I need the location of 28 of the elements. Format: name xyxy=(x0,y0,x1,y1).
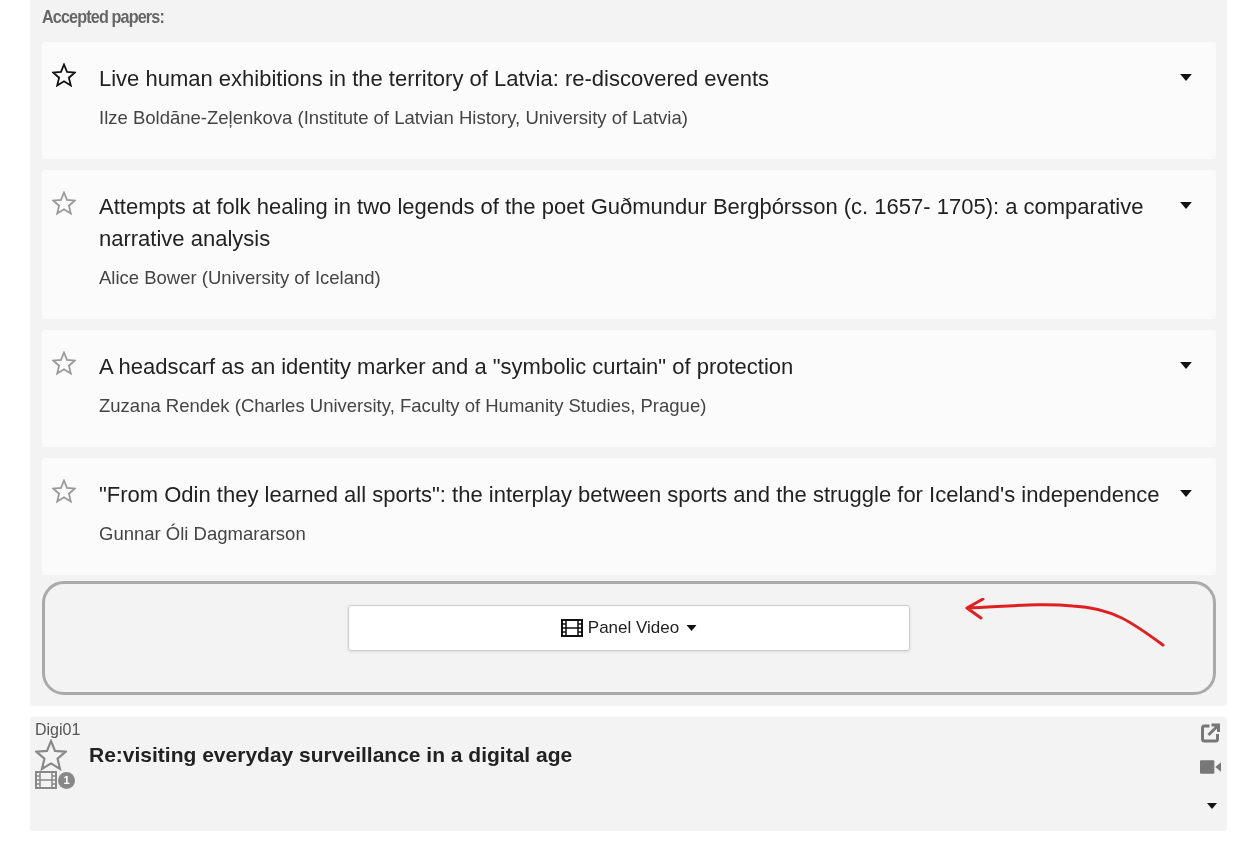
star-icon[interactable] xyxy=(52,191,76,215)
paper-authors: Alice Bower (University of Iceland) xyxy=(99,267,382,289)
panel-video-button[interactable]: Panel Video xyxy=(348,605,910,651)
section-heading: Accepted papers: xyxy=(42,6,165,29)
video-camera-icon[interactable] xyxy=(1200,757,1221,777)
caret-icon[interactable] xyxy=(1180,490,1192,497)
caret-icon xyxy=(686,625,698,631)
star-icon[interactable] xyxy=(52,351,76,375)
film-icon xyxy=(560,619,583,637)
paper-title[interactable]: A headscarf as an identity marker and a "symbolic curtain" of protection xyxy=(99,351,1162,383)
paper-authors: Gunnar Óli Dagmararson xyxy=(99,523,307,545)
caret-icon[interactable] xyxy=(1207,803,1217,809)
caret-icon[interactable] xyxy=(1180,202,1192,209)
star-icon[interactable] xyxy=(52,63,76,87)
caret-icon[interactable] xyxy=(1180,362,1192,369)
paper-title[interactable]: Live human exhibitions in the territory of Latvia: re-discovered events xyxy=(99,63,1162,95)
session-title[interactable]: Re:visiting everyday surveillance in a digital age xyxy=(89,743,573,767)
video-count-badge: 1 xyxy=(58,771,75,789)
film-icon xyxy=(35,771,57,789)
star-icon[interactable] xyxy=(35,739,67,771)
caret-icon[interactable] xyxy=(1180,74,1192,81)
paper-title[interactable]: "From Odin they learned all sports": the interplay between sports and the struggle for Iceland's independence xyxy=(99,479,1162,511)
paper-title[interactable]: Attempts at folk healing in two legends of the poet Guðmundur Bergþórsson (c. 1657- 1705): a comparative narrative analysis xyxy=(99,191,1162,255)
star-icon[interactable] xyxy=(52,479,76,503)
session-code: Digi01 xyxy=(35,721,82,739)
external-link-icon[interactable] xyxy=(1200,723,1221,743)
paper-authors: Zuzana Rendek (Charles University, Faculty of Humanity Studies, Prague) xyxy=(99,395,708,417)
paper-authors: Ilze Boldāne-Zeļenkova (Institute of Latvian History, University of Latvia) xyxy=(99,107,689,129)
